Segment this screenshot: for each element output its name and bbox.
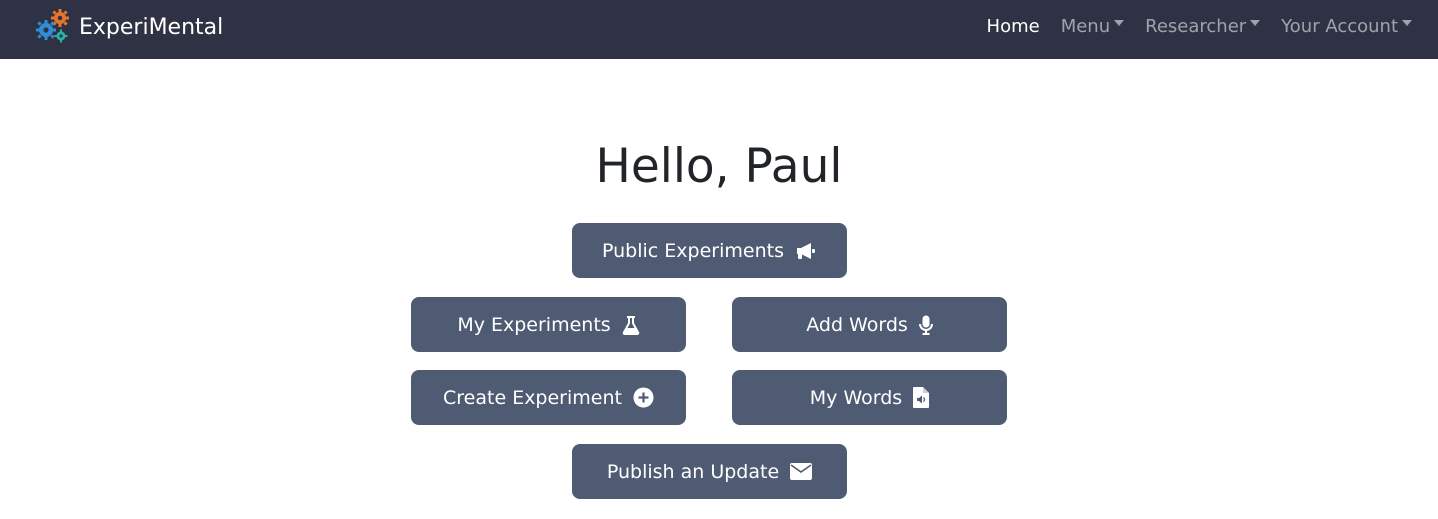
- brand-name: ExperiMental: [79, 14, 224, 40]
- nav-menu-dropdown[interactable]: Menu: [1060, 15, 1125, 37]
- my-experiments-label: My Experiments: [457, 313, 611, 336]
- audio-file-icon: [913, 387, 930, 408]
- envelope-icon: [790, 463, 813, 480]
- nav-home-label: Home: [986, 15, 1040, 37]
- gears-logo-icon: [36, 9, 69, 43]
- public-experiments-button[interactable]: Public Experiments: [572, 223, 847, 278]
- microphone-icon: [918, 315, 933, 335]
- nav-account-label: Your Account: [1281, 15, 1398, 37]
- greeting-heading: Hello, Paul: [595, 139, 843, 194]
- my-words-label: My Words: [809, 386, 903, 409]
- caret-down-icon: [1250, 20, 1261, 26]
- my-words-button[interactable]: My Words: [732, 370, 1007, 425]
- add-words-label: Add Words: [806, 313, 908, 336]
- flask-icon: [622, 315, 640, 335]
- publish-update-button[interactable]: Publish an Update: [572, 444, 847, 499]
- brand-link[interactable]: ExperiMental: [34, 8, 223, 46]
- nav-account-dropdown[interactable]: Your Account: [1281, 16, 1412, 37]
- create-experiment-button[interactable]: Create Experiment: [411, 370, 686, 425]
- add-words-button[interactable]: Add Words: [732, 297, 1007, 352]
- public-experiments-label: Public Experiments: [602, 239, 784, 262]
- nav-links: Home Menu Researcher Your Account: [966, 0, 1412, 52]
- caret-down-icon: [1402, 20, 1412, 26]
- create-experiment-label: Create Experiment: [443, 386, 622, 409]
- nav-researcher-dropdown[interactable]: Researcher: [1145, 15, 1261, 37]
- publish-update-label: Publish an Update: [606, 460, 780, 483]
- plus-circle-icon: [633, 387, 654, 408]
- my-experiments-button[interactable]: My Experiments: [411, 297, 686, 352]
- caret-down-icon: [1114, 20, 1125, 26]
- nav-menu-label: Menu: [1060, 15, 1111, 37]
- nav-home[interactable]: Home: [987, 16, 1040, 37]
- top-navbar: ExperiMental Home Menu Researcher Your A…: [0, 0, 1438, 59]
- nav-researcher-label: Researcher: [1145, 15, 1247, 37]
- megaphone-icon: [795, 241, 817, 261]
